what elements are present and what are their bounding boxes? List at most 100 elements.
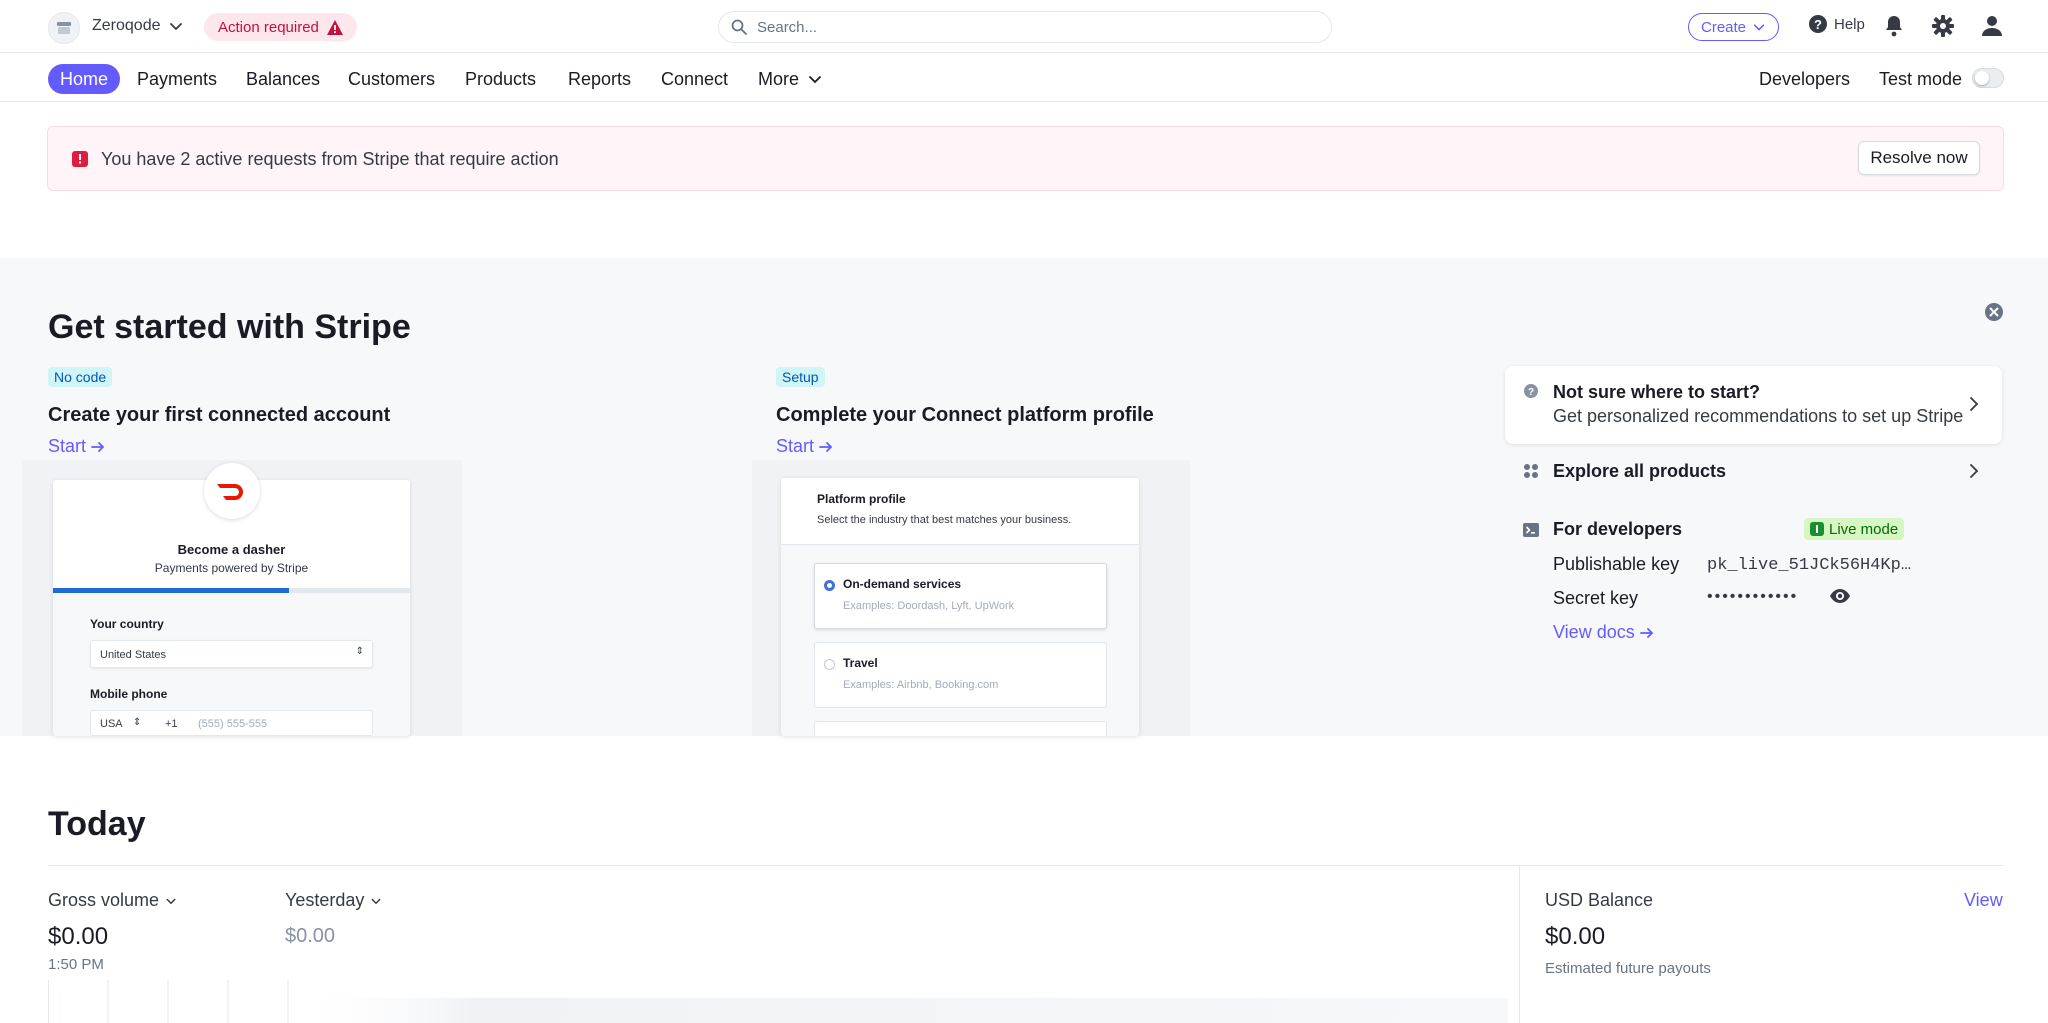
test-mode-toggle[interactable] (1972, 68, 2004, 88)
warning-icon (326, 19, 343, 35)
yesterday-value: $0.00 (285, 925, 336, 947)
close-icon[interactable] (1984, 302, 2004, 327)
nav-reports[interactable]: Reports (568, 64, 631, 94)
recommend-sub: Get personalized recommendations to set … (1553, 406, 1964, 426)
gross-volume-selector[interactable]: Gross volume (48, 890, 177, 911)
gross-volume-value: $0.00 (48, 923, 109, 950)
account-name[interactable]: Zeroqode (92, 17, 161, 35)
card1-preview-area: Become a dasher Payments powered by Stri… (22, 460, 462, 736)
nav-more[interactable]: More (758, 64, 823, 94)
view-docs-link[interactable]: View docs (1553, 622, 1655, 643)
help-icon: ? (1809, 15, 1827, 33)
question-icon: ? (1523, 383, 1539, 404)
search-bar[interactable] (718, 11, 1332, 43)
account-store-icon[interactable] (48, 12, 80, 44)
publishable-key-value[interactable]: pk_live_51JCk56H4Kp… (1707, 556, 1911, 575)
alert-message: You have 2 active requests from Stripe t… (101, 149, 559, 169)
help-label: Help (1834, 15, 1865, 33)
recommendations-card[interactable]: ? Not sure where to start? Get personali… (1505, 366, 2002, 444)
search-input[interactable] (757, 18, 1297, 36)
radio-empty-icon (824, 659, 835, 670)
yesterday-selector[interactable]: Yesterday (285, 890, 382, 911)
card2-title: Complete your Connect platform profile (776, 404, 1154, 426)
option-more[interactable] (814, 721, 1107, 736)
action-alert-banner: You have 2 active requests from Stripe t… (47, 126, 2004, 191)
create-button[interactable]: Create (1688, 13, 1780, 41)
live-mode-label: Live mode (1829, 520, 1899, 538)
card1-title: Create your first connected account (48, 404, 391, 426)
action-required-badge[interactable]: Action required (204, 13, 357, 41)
option2-examples: Examples: Airbnb, Booking.com (843, 679, 999, 691)
card2-preview-area: Platform profile Select the industry tha… (752, 460, 1190, 736)
usd-balance-value: $0.00 (1545, 923, 1606, 950)
platform-profile-heading: Platform profile (817, 492, 906, 506)
nav-connect[interactable]: Connect (661, 64, 728, 94)
get-started-title: Get started with Stripe (48, 308, 411, 346)
explore-products-row[interactable]: Explore all products (1505, 454, 2002, 488)
chevron-down-icon (1753, 24, 1765, 31)
country-select[interactable]: United States ⇕ (90, 640, 373, 668)
option-on-demand[interactable]: On-demand services Examples: Doordash, L… (814, 563, 1107, 629)
live-mode-icon (1810, 522, 1824, 536)
usd-balance-sub: Estimated future payouts (1545, 960, 1711, 977)
usd-balance-label: USD Balance (1545, 890, 1654, 910)
card1-start-link[interactable]: Start (48, 436, 106, 457)
mobile-phone-label: Mobile phone (90, 687, 168, 701)
svg-text:?: ? (1814, 17, 1822, 32)
account-chevron-down-icon[interactable] (168, 18, 184, 39)
nav-home[interactable]: Home (48, 64, 121, 94)
resolve-now-button[interactable]: Resolve now (1858, 141, 1980, 175)
settings-gear-icon[interactable] (1932, 15, 1954, 42)
arrow-right-icon (819, 441, 833, 452)
option1-examples: Examples: Doordash, Lyft, UpWork (843, 600, 1015, 612)
nav-payments[interactable]: Payments (137, 64, 217, 94)
radio-selected-icon (824, 580, 835, 591)
gross-volume-time: 1:50 PM (48, 956, 104, 973)
nav-developers[interactable]: Developers (1759, 64, 1850, 94)
secret-key-label: Secret key (1553, 588, 1639, 608)
main-nav: Home Payments Balances Customers Product… (0, 54, 2048, 102)
select-arrows-icon: ⇕ (133, 717, 142, 728)
view-balance-link[interactable]: View (1964, 890, 2003, 911)
setup-badge: Setup (776, 367, 825, 387)
platform-profile-sub: Select the industry that best matches yo… (817, 514, 1072, 526)
nav-products[interactable]: Products (465, 64, 536, 94)
card2-start-link[interactable]: Start (776, 436, 834, 457)
terminal-icon (1523, 522, 1539, 543)
nav-balances[interactable]: Balances (246, 64, 320, 94)
explore-label: Explore all products (1553, 461, 1727, 481)
doordash-logo-icon (204, 463, 260, 519)
for-developers-title: For developers (1553, 519, 1683, 539)
create-label: Create (1701, 18, 1747, 36)
phone-placeholder: (555) 555-555 (198, 718, 268, 730)
chevron-down-icon (371, 898, 381, 904)
chevron-down-icon (809, 76, 821, 84)
user-profile-icon[interactable] (1981, 15, 2003, 42)
secret-key-value: •••••••••••• (1707, 588, 1799, 605)
yesterday-label: Yesterday (285, 890, 365, 910)
your-country-label: Your country (90, 617, 164, 631)
live-mode-badge: Live mode (1804, 518, 1905, 540)
country-value: United States (100, 649, 167, 661)
get-started-panel: Get started with Stripe No code Create y… (0, 258, 2048, 736)
option-travel[interactable]: Travel Examples: Airbnb, Booking.com (814, 642, 1107, 708)
help-button[interactable]: ? Help (1808, 14, 1865, 34)
no-code-badge: No code (48, 367, 113, 387)
today-title: Today (48, 805, 146, 843)
publishable-key-label: Publishable key (1553, 554, 1680, 574)
alert-icon (72, 151, 88, 167)
phone-country-code: USA (100, 718, 123, 730)
arrow-right-icon (91, 441, 105, 452)
action-required-label: Action required (218, 18, 319, 36)
platform-profile-preview: Platform profile Select the industry tha… (781, 478, 1139, 736)
volume-chart-grid (48, 980, 1508, 1023)
grid-icon (1523, 463, 1539, 484)
arrow-right-icon (1639, 627, 1653, 638)
select-arrows-icon: ⇕ (355, 646, 364, 657)
nav-customers[interactable]: Customers (348, 64, 435, 94)
reveal-eye-icon[interactable] (1829, 588, 1851, 609)
notifications-bell-icon[interactable] (1884, 15, 1904, 42)
chevron-right-icon (1968, 396, 1980, 417)
phone-input[interactable]: USA ⇕ +1 (555) 555-555 (90, 710, 373, 736)
view-docs-label: View docs (1553, 622, 1635, 642)
